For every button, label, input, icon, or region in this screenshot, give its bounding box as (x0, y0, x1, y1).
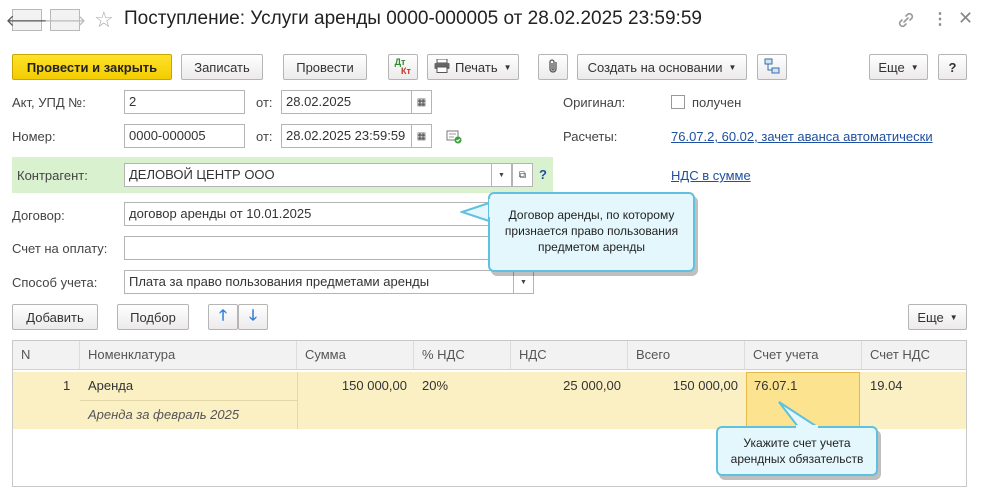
accounting-method-field[interactable]: Плата за право пользования предметами ар… (124, 270, 514, 294)
contract-label: Договор: (12, 208, 65, 223)
total-cell[interactable]: 150 000,00 (628, 378, 738, 393)
forward-button[interactable]: 🡒 (44, 9, 86, 31)
arrow-right-icon: 🡒 (43, 12, 87, 30)
vat-in-sum-link[interactable]: НДС в сумме (671, 168, 751, 183)
accounting-method-dropdown-button[interactable]: ▼ (513, 270, 534, 294)
attach-button[interactable] (538, 54, 568, 80)
help-button[interactable]: ? (938, 54, 967, 80)
item-name[interactable]: Аренда (88, 378, 133, 393)
account-callout: Укажите счет учета арендных обязательств (716, 426, 878, 476)
payments-label: Расчеты: (563, 129, 618, 144)
post-button[interactable]: Провести (283, 54, 367, 80)
chevron-down-icon: ▼ (520, 278, 527, 286)
counterparty-field[interactable]: ДЕЛОВОЙ ЦЕНТР ООО (124, 163, 492, 187)
vat-rate-cell[interactable]: 20% (422, 378, 448, 393)
pick-button[interactable]: Подбор (117, 304, 189, 330)
row-number: 1 (63, 378, 71, 393)
column-header[interactable]: N (13, 341, 80, 370)
create-based-on-button[interactable]: Создать на основании ▼ (577, 54, 747, 80)
back-button[interactable]: 🡐 (6, 9, 48, 31)
column-header[interactable]: Всего (628, 341, 745, 370)
paperclip-icon (546, 58, 560, 77)
chevron-down-icon: ▼ (910, 62, 919, 72)
column-header[interactable]: Счет учета (745, 341, 862, 370)
original-checkbox-label: получен (692, 95, 742, 110)
sum-cell[interactable]: 150 000,00 (297, 378, 407, 393)
arrow-up-icon: 🡑 (219, 306, 227, 324)
callout-pointer-mask (796, 425, 818, 430)
item-description[interactable]: Аренда за февраль 2025 (88, 407, 239, 422)
page-title: Поступление: Услуги аренды 0000-000005 о… (124, 8, 702, 29)
column-header[interactable]: Номенклатура (80, 341, 297, 370)
arrow-left-icon: 🡐 (5, 12, 49, 30)
table-more-label: Еще (917, 309, 944, 325)
calendar-button[interactable]: ▦ (411, 90, 432, 114)
number-date-field[interactable]: 28.02.2025 23:59:59 (281, 124, 412, 148)
original-label: Оригинал: (563, 95, 626, 110)
move-up-button[interactable]: 🡑 (208, 304, 238, 330)
act-date-label: от: (256, 95, 273, 110)
chevron-down-icon: ▼ (728, 62, 737, 72)
more-button[interactable]: Еще ▼ (869, 54, 928, 80)
row-divider (80, 400, 297, 401)
add-row-button[interactable]: Добавить (12, 304, 98, 330)
counterparty-help-icon[interactable]: ? (539, 167, 547, 182)
chevron-down-icon: ▼ (503, 62, 512, 72)
invoice-label: Счет на оплату: (12, 241, 108, 256)
account-value: 76.07.1 (754, 378, 798, 393)
more-label: Еще (878, 59, 905, 75)
number-date-label: от: (256, 129, 273, 144)
document-check-icon[interactable] (446, 130, 462, 147)
vat-cell[interactable]: 25 000,00 (511, 378, 621, 393)
vat-account-cell[interactable]: 19.04 (870, 378, 903, 393)
counterparty-dropdown-button[interactable]: ▼ (491, 163, 512, 187)
act-date-field[interactable]: 28.02.2025 (281, 90, 412, 114)
save-button[interactable]: Записать (181, 54, 263, 80)
number-field[interactable]: 0000-000005 (124, 124, 245, 148)
accounting-method-label: Способ учета: (12, 275, 98, 290)
chevron-down-icon: ▼ (949, 312, 958, 322)
printer-icon (434, 58, 450, 76)
calendar-icon: ▦ (416, 96, 427, 108)
column-header[interactable]: Счет НДС (862, 341, 966, 370)
chevron-down-icon: ▼ (498, 171, 505, 179)
move-down-button[interactable]: 🡓 (238, 304, 268, 330)
column-header[interactable]: % НДС (414, 341, 511, 370)
arrow-down-icon: 🡓 (249, 306, 257, 324)
counterparty-open-button[interactable]: ⧉ (512, 163, 533, 187)
dt-kt-button[interactable]: Дт Кт (388, 54, 418, 80)
create-based-on-label: Создать на основании (587, 59, 723, 75)
act-number-field[interactable]: 2 (124, 90, 245, 114)
table-more-button[interactable]: Еще ▼ (908, 304, 967, 330)
star-icon[interactable]: ☆ (94, 7, 114, 33)
print-button[interactable]: Печать ▼ (427, 54, 519, 80)
structure-button[interactable] (757, 54, 787, 80)
counterparty-label: Контрагент: (17, 168, 88, 183)
kt-label: Кт (401, 66, 411, 76)
column-header[interactable]: Сумма (297, 341, 414, 370)
act-number-label: Акт, УПД №: (12, 95, 86, 110)
callout-pointer-mask (489, 199, 495, 217)
contract-callout: Договор аренды, по которому признается п… (488, 192, 695, 272)
invoice-field[interactable] (124, 236, 534, 260)
more-vert-icon[interactable]: ⋮ (932, 9, 948, 29)
original-checkbox[interactable] (671, 95, 685, 109)
number-label: Номер: (12, 129, 56, 144)
print-label: Печать (455, 59, 498, 75)
link-icon[interactable] (896, 10, 916, 30)
open-icon: ⧉ (518, 169, 527, 181)
calendar-icon: ▦ (416, 130, 427, 142)
column-header[interactable]: НДС (511, 341, 628, 370)
hierarchy-icon (764, 58, 780, 77)
payments-link[interactable]: 76.07.2, 60.02, зачет аванса автоматичес… (671, 129, 933, 144)
calendar-button[interactable]: ▦ (411, 124, 432, 148)
post-and-close-button[interactable]: Провести и закрыть (12, 54, 172, 80)
close-icon[interactable]: ✕ (958, 8, 973, 29)
